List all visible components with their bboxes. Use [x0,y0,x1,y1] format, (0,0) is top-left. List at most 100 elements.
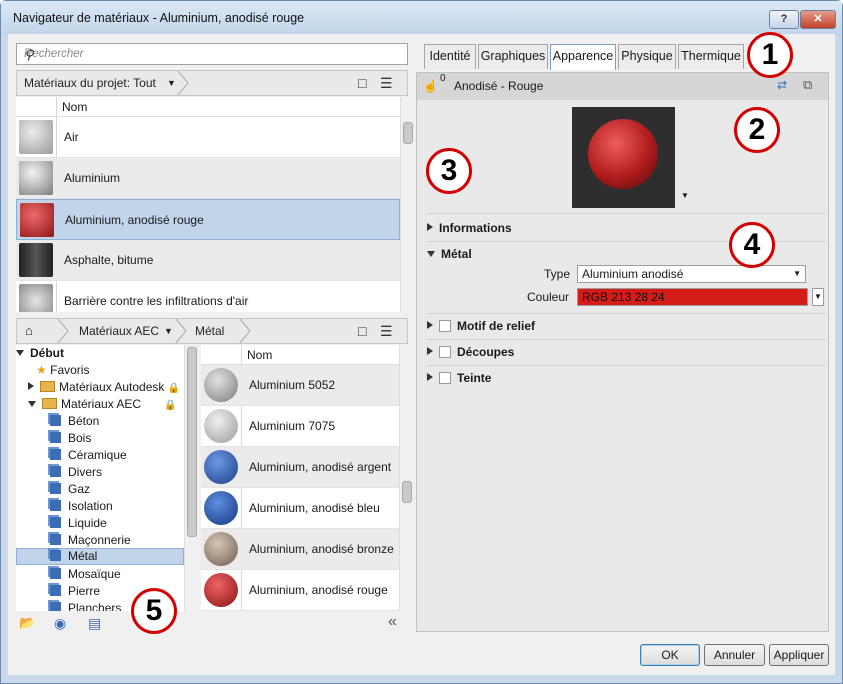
search-input[interactable]: Rechercher ⚲ [16,43,408,65]
list-item[interactable]: Aluminium 7075 [201,406,399,447]
view-panel-icon[interactable]: □ [358,323,366,339]
home-icon[interactable]: ⌂ [25,323,33,338]
help-button[interactable]: ? [769,10,799,29]
close-button[interactable]: ✕ [800,10,836,29]
cancel-button[interactable]: Annuler [704,644,765,666]
color-swatch-field[interactable]: RGB 213 28 24 [577,288,808,306]
library-materials-list: Nom Aluminium 5052 Aluminium 7075 Alumin… [201,345,399,611]
column-header[interactable]: Nom [201,345,399,365]
tree-item-category[interactable]: Bois [50,431,91,448]
tree-item-category[interactable]: Liquide [50,516,107,533]
list-item-selected[interactable]: Aluminium, anodisé rouge [16,199,400,240]
category-icon [50,550,61,561]
tab-thermique[interactable]: Thermique [678,44,744,69]
expand-icon[interactable] [427,373,433,381]
category-icon [50,449,61,460]
expand-icon[interactable] [427,223,433,231]
list-item[interactable]: Asphalte, bitume [16,240,400,281]
list-item[interactable]: Air [16,117,400,158]
scrollbar-thumb[interactable] [187,347,197,537]
decoupes-checkbox[interactable] [439,346,451,358]
list-item[interactable]: Aluminium, anodisé argent [201,447,399,488]
section-label: Teinte [457,371,492,385]
star-icon: ★ [36,363,47,377]
section-teinte[interactable]: Teinte [427,371,491,385]
tree-item-selected[interactable]: Métal [16,548,184,565]
project-materials-list: Nom Air Aluminium Aluminium, anodisé rou… [16,97,400,312]
list-item[interactable]: Aluminium [16,158,400,199]
tree-item-label: Béton [68,414,100,428]
expand-icon[interactable] [28,382,34,390]
list-view-icon[interactable]: ☰ [380,323,393,340]
section-metal[interactable]: Métal [427,247,472,261]
teinte-checkbox[interactable] [439,372,451,384]
divider [427,365,825,366]
list-item[interactable]: Aluminium 5052 [201,365,399,406]
expand-icon[interactable] [16,350,24,356]
tree-item-favorites[interactable]: ★ Favoris [36,363,89,380]
search-icon[interactable]: ⚲ [24,47,402,63]
tab-graphiques[interactable]: Graphiques [478,44,548,69]
expand-icon[interactable] [427,321,433,329]
tree-item-category[interactable]: Planchers [50,601,121,611]
section-decoupes[interactable]: Découpes [427,345,514,359]
chevron-down-icon[interactable]: ▼ [167,78,176,88]
duplicate-asset-icon[interactable]: ⧉ [803,77,812,93]
material-preview[interactable] [572,107,675,208]
tree-item-category[interactable]: Mosaïque [50,567,121,584]
tree-item-autodesk[interactable]: Matériaux Autodesk 🔒 [28,380,180,397]
apply-button[interactable]: Appliquer [769,644,829,666]
create-material-icon[interactable]: ◉ [54,615,66,632]
breadcrumb-item[interactable]: Métal [195,324,224,338]
project-filter-dropdown[interactable]: Matériaux du projet: Tout [24,76,156,90]
tree-scrollbar[interactable] [184,345,197,611]
scrollbar-thumb[interactable] [403,122,413,144]
library-list-scrollbar[interactable] [399,345,412,611]
list-item-label: Aluminium, anodisé bleu [249,501,380,515]
tree-item-label: Bois [68,431,92,445]
expand-icon[interactable] [427,347,433,355]
section-relief[interactable]: Motif de relief [427,319,535,333]
list-item[interactable]: Barrière contre les infiltrations d'air [16,281,400,312]
color-options-button[interactable]: ▼ [812,288,824,306]
tree-item-category[interactable]: Gaz [50,482,90,499]
scrollbar-thumb[interactable] [402,481,412,503]
ok-button[interactable]: OK [640,644,700,666]
tree-item-category[interactable]: Céramique [50,448,127,465]
chevron-down-icon[interactable]: ▼ [164,326,173,336]
section-label: Découpes [457,345,515,359]
view-panel-icon[interactable]: □ [358,75,366,91]
relief-checkbox[interactable] [439,320,451,332]
tree-item-category[interactable]: Divers [50,465,102,482]
callout-3: 3 [426,148,472,194]
library-breadcrumb: ⌂ Matériaux AEC ▼ Métal □ ☰ [16,318,408,344]
list-item[interactable]: Aluminium, anodisé rouge [201,570,399,611]
tree-item-category[interactable]: Béton [50,414,99,431]
list-item[interactable]: Aluminium, anodisé bleu [201,488,399,529]
type-select[interactable]: Aluminium anodisé ▼ [577,265,806,283]
column-header[interactable]: Nom [16,97,400,117]
category-icon [50,466,61,477]
breadcrumb-arrow-icon [177,71,189,95]
tree-item-category[interactable]: Pierre [50,584,100,601]
replace-asset-icon[interactable]: ⇄ [777,78,787,92]
list-item[interactable]: Aluminium, anodisé bronze [201,529,399,570]
tree-item-aec[interactable]: Matériaux AEC 🔒 [28,397,177,414]
material-editor-icon[interactable]: ▤ [88,615,101,632]
collapse-icon[interactable] [427,251,435,257]
tree-item-label: Céramique [68,448,127,462]
tab-physique[interactable]: Physique [618,44,676,69]
tree-item-category[interactable]: Isolation [50,499,113,516]
expand-icon[interactable] [28,401,36,407]
list-view-icon[interactable]: ☰ [380,75,393,92]
project-list-scrollbar[interactable] [400,97,413,312]
tab-identite[interactable]: Identité [424,44,476,69]
library-folder-icon[interactable]: 📂 [19,615,35,631]
breadcrumb-item[interactable]: Matériaux AEC [79,324,159,338]
collapse-panel-icon[interactable]: « [388,613,397,631]
chevron-down-icon: ▼ [814,292,822,301]
tab-apparence[interactable]: Apparence [550,44,616,70]
tree-item-root[interactable]: Début [16,346,64,363]
section-informations[interactable]: Informations [427,221,512,235]
preview-options-icon[interactable]: ▼ [681,191,689,200]
